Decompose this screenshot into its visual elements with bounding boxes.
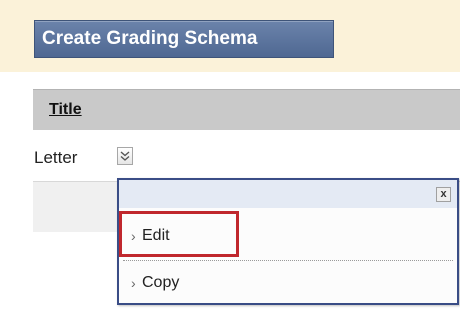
- menu-item-label: Edit: [142, 227, 170, 244]
- context-menu-header: x: [119, 180, 457, 208]
- table-header: Title: [33, 89, 460, 130]
- close-icon[interactable]: x: [436, 187, 451, 202]
- double-chevron-down-icon: [120, 151, 130, 161]
- menu-item-edit[interactable]: › Edit: [123, 220, 453, 254]
- context-menu: x › Edit › Copy: [117, 178, 459, 305]
- create-grading-schema-button[interactable]: Create Grading Schema: [34, 20, 334, 58]
- title-column-sort-link[interactable]: Title: [49, 101, 82, 119]
- menu-item-label: Copy: [142, 274, 180, 291]
- menu-divider: [123, 260, 453, 261]
- chevron-right-icon: ›: [131, 275, 136, 291]
- menu-item-copy[interactable]: › Copy: [123, 267, 453, 301]
- chevron-right-icon: ›: [131, 228, 136, 244]
- row-title-letter: Letter: [34, 148, 78, 167]
- context-menu-button[interactable]: [117, 147, 133, 165]
- table-row-shade: [33, 182, 117, 232]
